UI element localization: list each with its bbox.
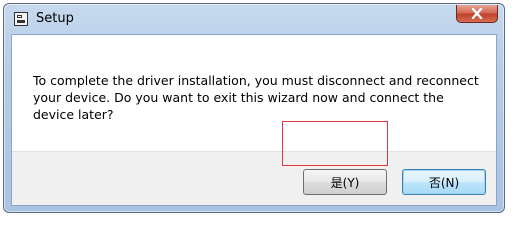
no-button[interactable]: 否(N): [402, 169, 486, 195]
close-x-icon: [471, 8, 483, 19]
dialog-message: To complete the driver installation, you…: [33, 73, 479, 122]
close-button[interactable]: [456, 5, 498, 23]
setup-dialog-window: Setup To complete the driver installatio…: [3, 3, 505, 213]
window-title: Setup: [36, 11, 74, 26]
dialog-client-area: To complete the driver installation, you…: [11, 34, 497, 206]
yes-button-highlight-box: [282, 121, 388, 166]
yes-button[interactable]: 是(Y): [303, 169, 387, 195]
setup-window-icon: [14, 12, 28, 26]
title-bar[interactable]: Setup: [4, 4, 504, 34]
